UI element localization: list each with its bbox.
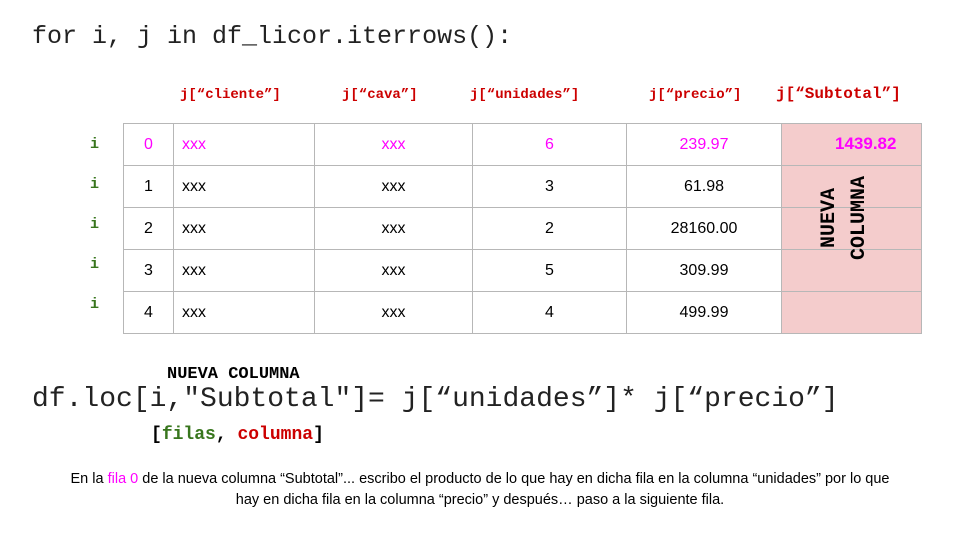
table-row: 4 xxx xxx 4 499.99 (123, 291, 922, 334)
cell-index: 0 (123, 123, 174, 166)
cell-precio: 239.97 (626, 123, 782, 166)
loc-args-legend: [filas, columna] (151, 425, 324, 445)
row-label-i: i (90, 256, 100, 273)
table-row: 3 xxx xxx 5 309.99 (123, 249, 922, 292)
cell-unidades: 6 (472, 123, 627, 166)
table-row: 0 xxx xxx 6 239.97 (123, 123, 922, 166)
cell-precio: 309.99 (626, 249, 782, 292)
row-label-i: i (90, 176, 100, 193)
cell-cliente: xxx (173, 123, 315, 166)
filas-label: filas (161, 425, 216, 445)
cell-cava: xxx (314, 249, 473, 292)
cell-precio: 28160.00 (626, 207, 782, 250)
cell-cava: xxx (314, 123, 473, 166)
cell-cava: xxx (314, 291, 473, 334)
cell-cliente: xxx (173, 207, 315, 250)
cell-cliente: xxx (173, 291, 315, 334)
table-row: 1 xxx xxx 3 61.98 (123, 165, 922, 208)
nueva-columna-label: NUEVA COLUMNA (167, 365, 300, 384)
table-row: 2 xxx xxx 2 28160.00 (123, 207, 922, 250)
cell-index: 2 (123, 207, 174, 250)
columna-label: columna (237, 425, 314, 445)
cell-subtotal (781, 291, 922, 334)
cell-cava: xxx (314, 165, 473, 208)
header-unidades: j[“unidades”] (470, 87, 580, 103)
caption-part2: de la nueva columna “Subtotal”... escrib… (138, 471, 890, 508)
cell-index: 4 (123, 291, 174, 334)
header-precio: j[“precio”] (649, 87, 742, 103)
bracket-close: ] (313, 425, 324, 445)
row-label-i: i (90, 296, 100, 313)
subtotal-value: 1439.82 (835, 134, 897, 153)
data-table: 0 xxx xxx 6 239.97 1 xxx xxx 3 61.98 2 x… (123, 123, 922, 334)
row-label-i: i (90, 136, 100, 153)
code-for-loop: for i, j in df_licor.iterrows(): (32, 22, 513, 51)
cell-unidades: 3 (472, 165, 627, 208)
cell-index: 1 (123, 165, 174, 208)
code-assignment: df.loc[i,"Subtotal"]= j[“unidades”]* j[“… (32, 384, 839, 415)
row-label-i: i (90, 216, 100, 233)
header-subtotal: j[“Subtotal”] (776, 85, 901, 103)
header-cliente: j[“cliente”] (180, 87, 281, 103)
caption-highlight: fila 0 (107, 471, 139, 487)
header-cava: j[“cava”] (342, 87, 418, 103)
bracket-open: [ (151, 425, 162, 445)
nueva-word: NUEVA (818, 187, 841, 249)
caption-part1: En la (70, 471, 108, 487)
cell-precio: 499.99 (626, 291, 782, 334)
separator: , (215, 425, 238, 445)
explanation-caption: En la fila 0 de la nueva columna “Subtot… (60, 469, 900, 511)
cell-cliente: xxx (173, 249, 315, 292)
cell-cliente: xxx (173, 165, 315, 208)
cell-unidades: 2 (472, 207, 627, 250)
cell-unidades: 4 (472, 291, 627, 334)
columna-word: COLUMNA (848, 175, 871, 261)
cell-unidades: 5 (472, 249, 627, 292)
cell-cava: xxx (314, 207, 473, 250)
nueva-columna-vertical-label: NUEVA COLUMNA (815, 176, 875, 260)
cell-index: 3 (123, 249, 174, 292)
cell-precio: 61.98 (626, 165, 782, 208)
